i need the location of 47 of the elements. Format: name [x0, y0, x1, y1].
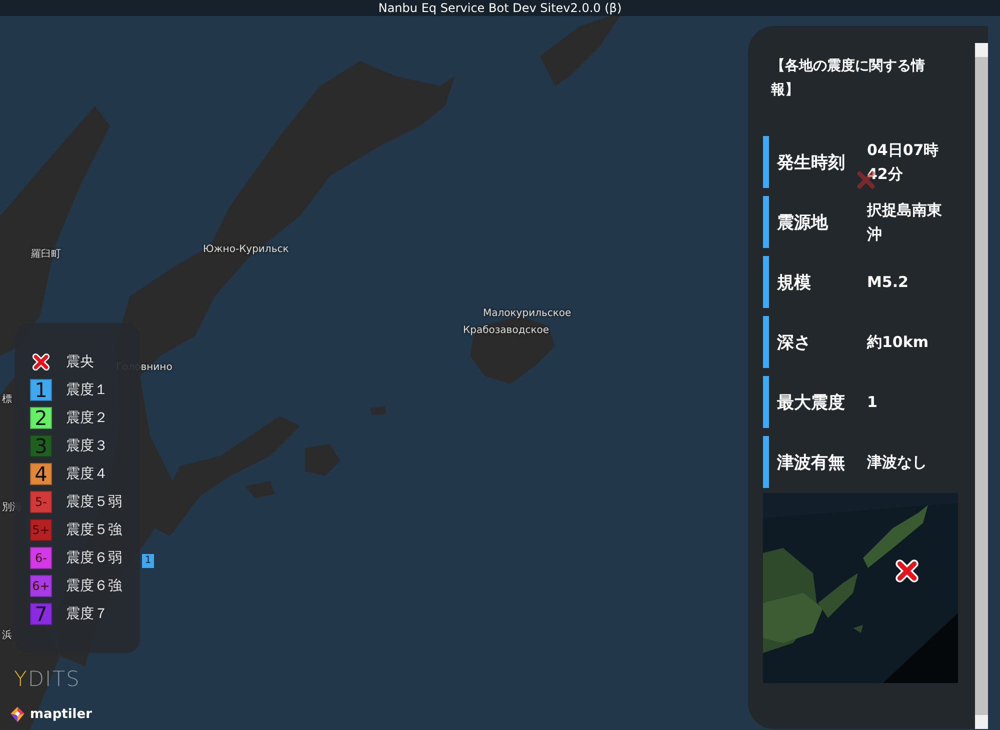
intensity-swatch: 5+ — [30, 519, 52, 541]
map-label: 標 — [2, 392, 12, 406]
intensity-swatch: 6- — [30, 547, 52, 569]
info-value: 約10km — [867, 332, 930, 353]
station-marker: 1 — [142, 554, 154, 568]
info-value: 04日07時42分 — [867, 140, 940, 185]
legend-label: 震度６弱 — [66, 549, 122, 567]
intensity-swatch: 4 — [30, 463, 52, 485]
epicenter-icon — [32, 353, 50, 371]
map-label: 羅臼町 — [31, 248, 61, 261]
map-label: 浜 — [2, 628, 12, 642]
legend-label: 震央 — [66, 353, 94, 371]
legend-label: 震度５強 — [66, 521, 122, 539]
map-label: Малокурильское — [483, 308, 572, 319]
panel-heading: 【各地の震度に関する情報】 — [770, 56, 926, 100]
map-label: Южно-Курильск — [203, 244, 289, 255]
maptiler-logo-text: maptiler — [30, 707, 92, 722]
legend-label: 震度５弱 — [66, 493, 122, 511]
intensity-swatch: 7 — [30, 603, 52, 625]
intensity-swatch: 1 — [30, 379, 52, 401]
legend-label: 震度３ — [66, 437, 108, 455]
maptiler-logo-icon — [9, 706, 26, 723]
info-value: 津波なし — [867, 452, 928, 473]
intensity-swatch: 6+ — [30, 575, 52, 597]
info-label: 深さ — [777, 332, 812, 354]
info-value: 1 — [867, 392, 878, 413]
intensity-swatch: 3 — [30, 435, 52, 457]
window-title: Nanbu Eq Service Bot Dev Sitev2.0.0 (β) — [378, 1, 622, 15]
legend-label: 震度７ — [66, 605, 108, 623]
info-label: 津波有無 — [777, 452, 846, 474]
info-value: 択捉島南東沖 — [867, 200, 943, 245]
map-label: 別海 — [2, 501, 22, 514]
info-label: 最大震度 — [777, 392, 846, 414]
intensity-swatch: 2 — [30, 407, 52, 429]
info-label: 規模 — [777, 272, 812, 294]
info-value: M5.2 — [867, 272, 910, 293]
map-label: Крабозаводское — [463, 325, 550, 336]
intensity-swatch: 5- — [30, 491, 52, 513]
legend-label: 震度２ — [66, 409, 108, 427]
info-label: 発生時刻 — [777, 152, 846, 174]
legend-label: 震度４ — [66, 465, 108, 483]
info-label: 震源地 — [777, 212, 830, 234]
ydits-logo: YDITS — [14, 667, 80, 691]
scrollbar[interactable] — [975, 43, 988, 729]
epicenter-icon — [895, 559, 919, 583]
legend-label: 震度６強 — [66, 577, 122, 595]
legend-label: 震度１ — [66, 381, 108, 399]
